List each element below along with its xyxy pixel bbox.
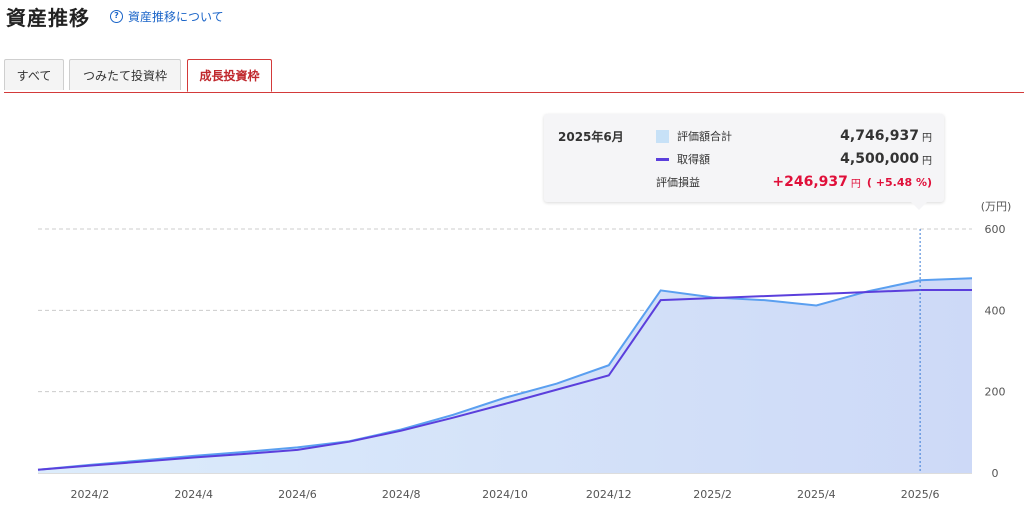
tooltip-pl-pct: ( +5.48 %) [866,175,932,189]
x-tick-label: 2024/4 [174,488,213,501]
y-tick-label: 600 [985,223,1006,236]
tooltip-pl-value: +246,937 [772,174,848,190]
tooltip-cost-unit: 円 [922,155,932,167]
tooltip-date: 2025年6月 [558,130,624,144]
cost-swatch [656,157,669,161]
chart-tooltip: 2025年6月 評価額合計 4,746,937 円 取得額 4,500,000 … [544,114,944,210]
tab-growth[interactable]: 成長投資枠 [187,59,272,92]
tooltip-row-valuation: 評価額合計 4,746,937 円 [656,126,932,146]
tooltip-cost-label: 取得額 [677,153,710,166]
tooltip-valuation-label: 評価額合計 [677,130,732,143]
x-tick-label: 2024/10 [482,488,528,501]
tooltip-cost-value: 4,500,000 [840,151,919,167]
asset-trend-page: 資産推移 ? 資産推移について すべて つみたて投資枠 成長投資枠 0 200 40… [0,0,1024,518]
x-tick-label: 2025/6 [901,488,940,501]
x-tick-label: 2024/6 [278,488,317,501]
y-tick-label: 200 [985,386,1006,399]
x-tick-label: 2025/2 [693,488,732,501]
tooltip-row-pl: 評価損益 +246,937 円 ( +5.48 %) [656,172,932,192]
tooltip-valuation-value: 4,746,937 [840,128,919,144]
valuation-area [38,278,972,473]
chart-area: 0 200 400 600 (万円) 2024/2 2024/4 2024/6 2024/8 20… [0,0,1024,518]
x-tick-label: 2024/8 [382,488,421,501]
asset-chart: 0 200 400 600 (万円) 2024/2 2024/4 2024/6 2024/8 20… [37,200,1012,501]
y-tick-label: 0 [992,467,999,480]
y-tick-label: 400 [985,304,1006,317]
x-tick-label: 2024/12 [586,488,632,501]
tooltip-row-cost: 取得額 4,500,000 円 [656,149,932,169]
tooltip-valuation-unit: 円 [922,132,932,144]
y-unit-label: (万円) [981,200,1012,213]
tooltip-pl-label: 評価損益 [656,176,700,189]
x-tick-label: 2025/4 [797,488,836,501]
valuation-swatch [656,129,669,143]
tooltip-pl-unit: 円 [850,178,861,190]
x-tick-label: 2024/2 [71,488,110,501]
